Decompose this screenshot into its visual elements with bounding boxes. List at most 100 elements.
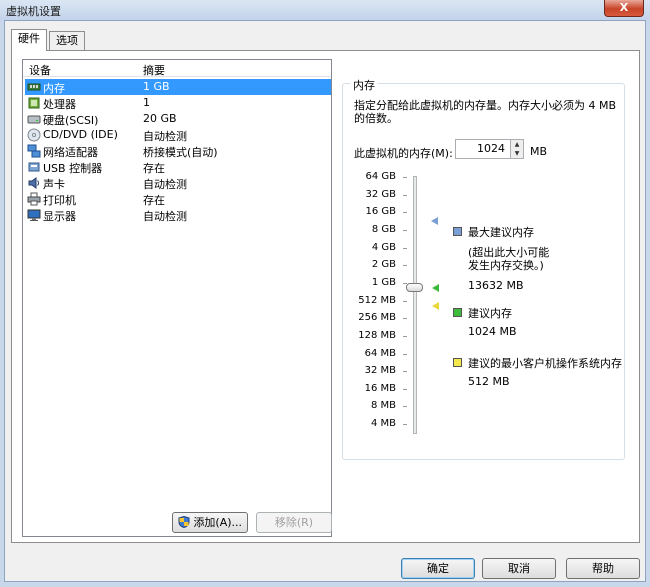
minimum-marker-icon xyxy=(432,302,439,310)
scale-tick xyxy=(403,335,407,337)
add-device-button[interactable]: 添加(A)... xyxy=(172,512,248,533)
scale-tick xyxy=(403,353,407,355)
memory-slider-track[interactable] xyxy=(413,176,417,434)
help-button[interactable]: 帮助 xyxy=(566,558,640,579)
spin-down-icon[interactable]: ▼ xyxy=(511,149,523,158)
scale-tick xyxy=(403,177,407,178)
max-recommended-value: 13632 MB xyxy=(468,279,524,292)
sound-card-icon xyxy=(28,177,39,189)
scale-tick xyxy=(403,194,407,196)
hardware-panel: 设备 摘要 内存 1 GB 处理器 1 硬盘(SCSI) 20 GB CD/DV… xyxy=(11,50,640,543)
memory-group-title: 内存 xyxy=(350,77,378,93)
device-name: 网络适配器 xyxy=(43,146,98,159)
device-row-hard-disk[interactable]: 硬盘(SCSI) 20 GB xyxy=(25,111,331,127)
add-device-label: 添加(A)... xyxy=(193,516,243,529)
spin-up-icon[interactable]: ▲ xyxy=(511,140,523,149)
usb-controller-icon xyxy=(28,162,40,172)
cd-dvd-icon xyxy=(27,128,41,142)
minimum-swatch xyxy=(453,358,462,367)
device-row-network-adapter[interactable]: 网络适配器 桥接模式(自动) xyxy=(25,143,331,159)
device-name: 内存 xyxy=(43,82,65,95)
display-icon xyxy=(27,209,41,221)
max-recommended-swatch xyxy=(453,227,462,236)
scale-label: 4 GB xyxy=(371,241,396,253)
recommended-swatch xyxy=(453,308,462,317)
scale-label: 32 MB xyxy=(364,365,396,377)
hard-disk-icon xyxy=(27,115,41,124)
device-list-header: 设备 摘要 xyxy=(23,60,331,77)
scale-label: 128 MB xyxy=(358,329,396,341)
device-name: 处理器 xyxy=(43,98,76,111)
close-button[interactable]: X xyxy=(604,0,644,17)
scale-label: 4 MB xyxy=(370,418,396,430)
processor-icon xyxy=(28,97,40,109)
scale-label: 2 GB xyxy=(371,259,396,271)
device-list[interactable]: 设备 摘要 内存 1 GB 处理器 1 硬盘(SCSI) 20 GB CD/DV… xyxy=(22,59,332,537)
ok-button[interactable]: 确定 xyxy=(401,558,475,579)
max-recommended-marker-icon xyxy=(431,217,438,225)
remove-device-button[interactable]: 移除(R) xyxy=(256,512,332,533)
memory-spinner[interactable]: ▲ ▼ xyxy=(510,139,524,159)
scale-tick xyxy=(403,212,407,214)
scale-tick xyxy=(403,300,407,302)
cancel-button[interactable]: 取消 xyxy=(482,558,556,579)
scale-label: 8 GB xyxy=(371,223,396,235)
max-recommended-note: (超出此大小可能 xyxy=(468,246,550,259)
scale-label: 1 GB xyxy=(371,276,396,288)
device-row-printer[interactable]: 打印机 存在 xyxy=(25,191,331,207)
memory-description-line: 指定分配给此虚拟机的内存量。内存大小必须为 4 MB xyxy=(354,99,617,112)
scale-tick xyxy=(403,229,407,231)
scale-label: 64 MB xyxy=(364,347,396,359)
device-summary: 存在 xyxy=(143,162,165,175)
max-recommended-legend: 最大建议内存 (超出此大小可能 发生内存交换。) 13632 MB xyxy=(468,226,549,292)
column-header-summary[interactable]: 摘要 xyxy=(143,62,165,78)
scale-tick xyxy=(403,388,407,390)
recommended-marker-icon xyxy=(432,284,439,292)
device-name: 声卡 xyxy=(43,178,65,191)
scale-label: 64 GB xyxy=(365,171,396,182)
device-row-processor[interactable]: 处理器 1 xyxy=(25,95,331,111)
scale-label: 512 MB xyxy=(358,294,396,306)
device-row-usb-controller[interactable]: USB 控制器 存在 xyxy=(25,159,331,175)
device-name: 显示器 xyxy=(43,210,76,223)
device-summary: 自动检测 xyxy=(143,210,187,223)
device-summary: 20 GB xyxy=(143,112,177,125)
device-row-sound-card[interactable]: 声卡 自动检测 xyxy=(25,175,331,191)
device-name: CD/DVD (IDE) xyxy=(43,128,118,141)
memory-icon xyxy=(27,83,41,91)
scale-tick xyxy=(403,424,407,426)
window-title: 虚拟机设置 xyxy=(6,5,61,18)
scale-label: 8 MB xyxy=(370,400,396,412)
scale-tick xyxy=(403,247,407,249)
device-summary: 1 xyxy=(143,96,150,109)
recommended-value: 1024 MB xyxy=(468,325,517,338)
max-recommended-title: 最大建议内存 xyxy=(468,226,534,239)
device-name: 硬盘(SCSI) xyxy=(43,114,99,127)
minimum-legend: 建议的最小客户机操作系统内存 512 MB xyxy=(468,357,622,388)
device-row-cd-dvd[interactable]: CD/DVD (IDE) 自动检测 xyxy=(25,127,331,143)
memory-unit: MB xyxy=(530,145,548,158)
title-bar: 虚拟机设置 X xyxy=(0,0,650,20)
recommended-legend: 建议内存 1024 MB xyxy=(468,307,517,338)
scale-label: 256 MB xyxy=(358,312,396,324)
scale-tick xyxy=(403,318,407,320)
scale-tick xyxy=(403,265,407,267)
memory-description: 指定分配给此虚拟机的内存量。内存大小必须为 4 MB 的倍数。 xyxy=(354,99,619,125)
memory-slider-thumb[interactable] xyxy=(406,283,423,292)
scale-label: 32 GB xyxy=(365,188,396,200)
column-header-device[interactable]: 设备 xyxy=(29,62,51,78)
minimum-value: 512 MB xyxy=(468,375,510,388)
device-name: USB 控制器 xyxy=(43,162,103,175)
dialog-client-area: 硬件 选项 设备 摘要 内存 1 GB 处理器 1 硬盘(SCSI) 20 GB xyxy=(4,20,646,582)
scale-label: 16 GB xyxy=(365,206,396,218)
device-summary: 自动检测 xyxy=(143,178,187,191)
tab-hardware[interactable]: 硬件 xyxy=(11,29,47,51)
scale-tick xyxy=(403,371,407,373)
memory-input[interactable]: 1024 xyxy=(455,139,511,159)
close-icon: X xyxy=(619,1,629,14)
tab-options[interactable]: 选项 xyxy=(49,31,85,51)
device-row-memory[interactable]: 内存 1 GB xyxy=(25,79,331,95)
device-row-display[interactable]: 显示器 自动检测 xyxy=(25,207,331,223)
device-name: 打印机 xyxy=(43,194,76,207)
device-summary: 桥接模式(自动) xyxy=(143,146,218,159)
